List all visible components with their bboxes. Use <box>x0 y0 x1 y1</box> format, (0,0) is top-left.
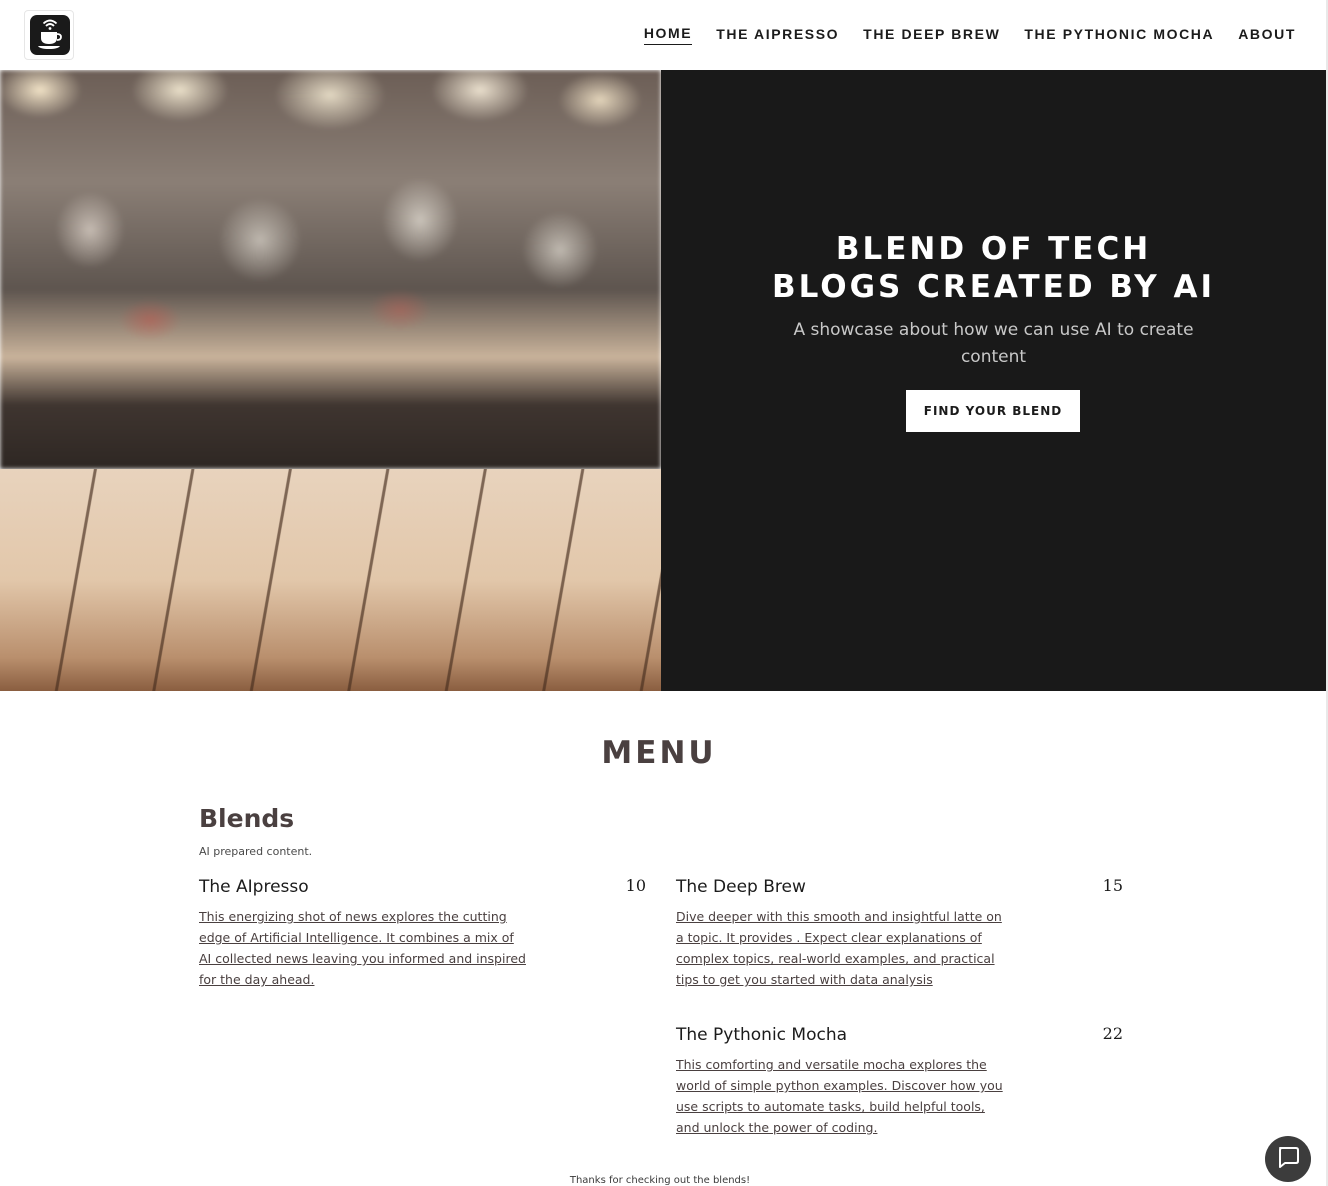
nav-home[interactable]: HOME <box>643 25 693 45</box>
coffee-cup-wifi-icon <box>30 15 70 55</box>
chat-button[interactable] <box>1265 1136 1311 1182</box>
menu-item-name: The Deep Brew <box>676 877 806 897</box>
site-header: HOME THE AIPRESSO THE DEEP BREW THE PYTH… <box>0 0 1326 70</box>
hero-text-panel: BLEND OF TECH BLOGS CREATED BY AI A show… <box>661 70 1326 691</box>
nav-the-aipresso[interactable]: THE AIPRESSO <box>716 26 839 45</box>
nav-the-pythonic-mocha[interactable]: THE PYTHONIC MOCHA <box>1024 26 1214 45</box>
main-nav: HOME THE AIPRESSO THE DEEP BREW THE PYTH… <box>643 0 1296 70</box>
hero-subtitle: A showcase about how we can use AI to cr… <box>793 320 1194 367</box>
menu-item-description[interactable]: This energizing shot of news explores th… <box>199 906 529 990</box>
category-title: Blends <box>199 804 295 833</box>
chat-bubble-icon <box>1275 1144 1301 1175</box>
nav-the-deep-brew[interactable]: THE DEEP BREW <box>863 26 1000 45</box>
menu-item-price: 10 <box>625 876 646 895</box>
hero-image-table <box>0 469 661 691</box>
hero-title-line1: BLEND OF TECH <box>835 231 1152 267</box>
nav-about[interactable]: ABOUT <box>1238 26 1296 45</box>
menu-item-price: 22 <box>1102 1024 1123 1043</box>
hero-image-background <box>0 70 661 469</box>
menu-item-description[interactable]: Dive deeper with this smooth and insight… <box>676 906 1006 990</box>
menu-item-description[interactable]: This comforting and versatile mocha expl… <box>676 1054 1006 1138</box>
site-logo[interactable] <box>24 10 74 60</box>
menu-item-name: The AIpresso <box>199 877 309 897</box>
find-your-blend-button[interactable]: FIND YOUR BLEND <box>906 390 1080 432</box>
menu-item-name: The Pythonic Mocha <box>676 1025 848 1045</box>
footer-note: Thanks for checking out the blends! <box>569 1175 751 1186</box>
hero-section: BLEND OF TECH BLOGS CREATED BY AI A show… <box>0 70 1326 691</box>
hero-title: BLEND OF TECH BLOGS CREATED BY AI <box>661 230 1326 306</box>
menu-title: MENU <box>601 735 717 771</box>
hero-title-line2: BLOGS CREATED BY AI <box>771 269 1216 305</box>
category-subtitle: AI prepared content. <box>199 845 313 858</box>
menu-item-price: 15 <box>1102 876 1123 895</box>
hero-image <box>0 70 661 691</box>
